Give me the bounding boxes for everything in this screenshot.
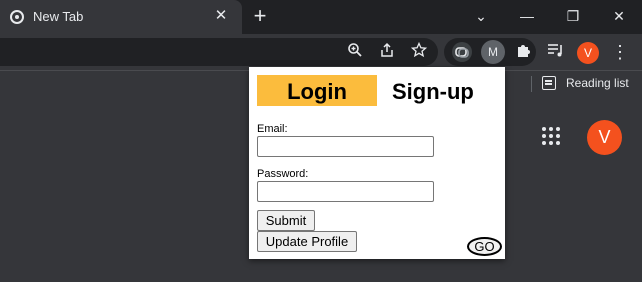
reading-list-label: Reading list xyxy=(566,76,629,90)
maximize-button[interactable]: ❐ xyxy=(562,6,584,26)
new-tab-button[interactable]: + xyxy=(249,5,271,27)
extension-icon[interactable] xyxy=(452,42,472,62)
signup-tab[interactable]: Sign-up xyxy=(392,75,492,106)
password-label: Password: xyxy=(257,168,309,180)
chrome-icon xyxy=(10,10,24,24)
zoom-icon[interactable] xyxy=(345,42,365,62)
media-queue-icon[interactable] xyxy=(546,42,566,62)
browser-tab[interactable]: New Tab ✕ xyxy=(0,0,242,34)
extension-popup: Login Sign-up Email: Password: Submit Up… xyxy=(249,67,505,259)
tab-title: New Tab xyxy=(33,9,84,24)
browser-toolbar: M V ⋮ xyxy=(0,34,642,70)
submit-button[interactable]: Submit xyxy=(257,210,315,231)
google-account-avatar[interactable]: V xyxy=(587,120,622,155)
profile-avatar[interactable]: V xyxy=(577,42,599,64)
menu-icon[interactable]: ⋮ xyxy=(610,42,630,62)
extension-m-button[interactable]: M xyxy=(481,40,505,64)
close-tab-button[interactable]: ✕ xyxy=(212,7,230,25)
go-button[interactable]: GO xyxy=(467,237,502,256)
email-label: Email: xyxy=(257,123,288,135)
bookmark-star-icon[interactable] xyxy=(409,41,429,62)
update-profile-button[interactable]: Update Profile xyxy=(257,231,357,252)
puzzle-icon[interactable] xyxy=(513,42,533,62)
apps-grid-icon[interactable] xyxy=(542,127,562,147)
tab-search-icon[interactable]: ⌄ xyxy=(470,6,492,26)
minimize-button[interactable]: — xyxy=(516,6,538,26)
share-icon[interactable] xyxy=(377,42,397,62)
close-window-button[interactable]: ✕ xyxy=(608,6,630,26)
password-field[interactable] xyxy=(257,181,434,202)
reading-list-icon xyxy=(542,76,556,90)
login-tab[interactable]: Login xyxy=(257,75,377,106)
tab-strip: New Tab ✕ + ⌄ — ❐ ✕ xyxy=(0,0,642,34)
bookmark-separator xyxy=(531,76,532,92)
email-field[interactable] xyxy=(257,136,434,157)
address-bar[interactable] xyxy=(0,38,438,66)
